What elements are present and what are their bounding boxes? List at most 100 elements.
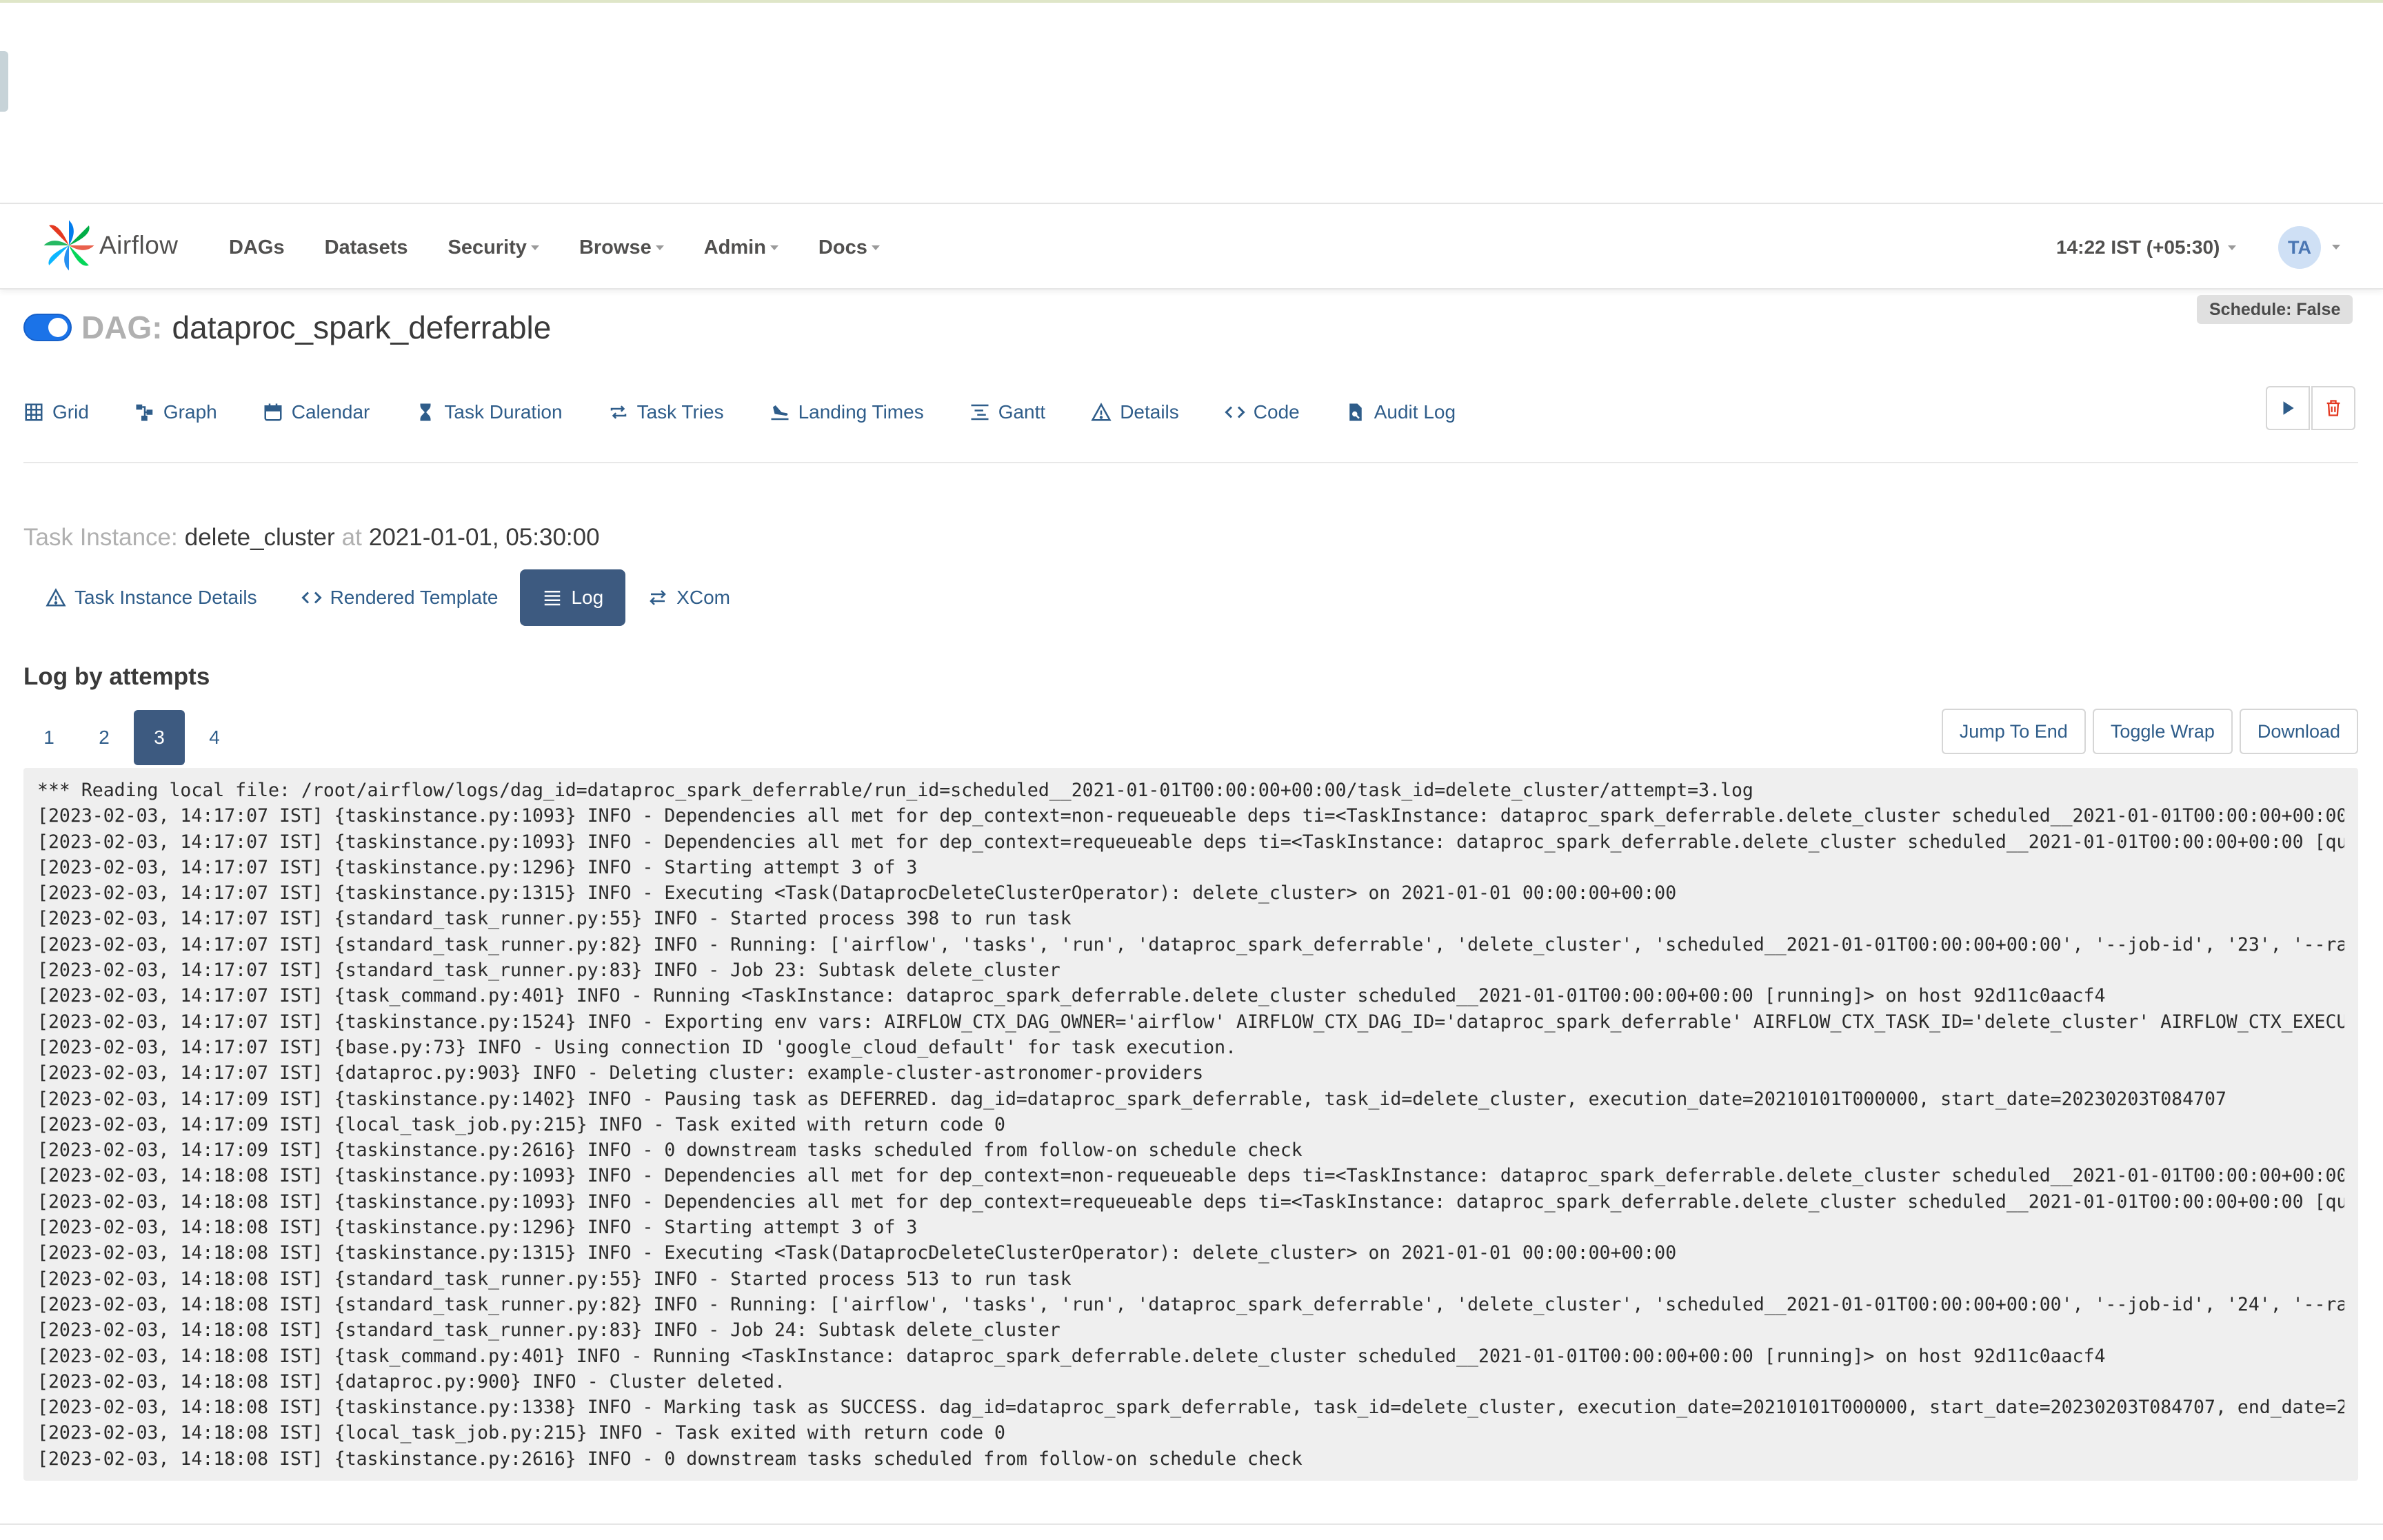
navbar: Airflow DAGs Datasets Security Browse Ad… [0,205,2383,290]
log-line: [2023-02-03, 14:17:07 IST] {taskinstance… [37,1011,2344,1033]
log-line: [2023-02-03, 14:18:08 IST] {taskinstance… [37,1448,1303,1470]
tab-label: Graph [163,401,217,423]
tab-calendar[interactable]: Calendar [263,401,370,423]
log-actions: Jump To End Toggle Wrap Download [1941,709,2358,754]
log-line: [2023-02-03, 14:17:07 IST] {taskinstance… [37,831,2344,853]
tab-code[interactable]: Code [1225,401,1300,423]
tab-graph[interactable]: Graph [134,401,217,423]
tab-rendered-template[interactable]: Rendered Template [279,569,521,626]
tab-landing-times[interactable]: Landing Times [770,401,924,423]
log-line: [2023-02-03, 14:17:07 IST] {taskinstance… [37,882,1677,904]
warning-icon [46,588,66,607]
log-line: [2023-02-03, 14:17:09 IST] {taskinstance… [37,1088,2226,1110]
ti-label: Task Instance: [23,524,178,551]
tab-log[interactable]: Log [520,569,626,626]
nav-label: DAGs [229,236,285,259]
log-line: [2023-02-03, 14:17:07 IST] {taskinstance… [37,856,918,878]
repeat-icon [610,405,626,419]
nav-datasets[interactable]: Datasets [325,236,408,259]
code-icon [301,591,322,604]
log-line: [2023-02-03, 14:18:08 IST] {taskinstance… [37,1242,1677,1264]
dag-view-tabs: Grid Graph Calendar Task Duration Task T… [23,392,1501,433]
tab-label: Code [1253,401,1300,423]
attempt-tabs: 1 2 3 4 [23,710,244,765]
download-button[interactable]: Download [2239,709,2358,754]
nav-label: Security [448,236,527,259]
log-line: *** Reading local file: /root/airflow/lo… [37,780,1753,801]
clock-text: 14:22 IST (+05:30) [2056,236,2220,258]
tab-label: Task Tries [636,401,724,423]
trigger-dag-button[interactable] [2266,386,2310,430]
log-line: [2023-02-03, 14:18:08 IST] {local_task_j… [37,1422,1005,1444]
log-line: [2023-02-03, 14:18:08 IST] {standard_tas… [37,1319,1060,1341]
log-line: [2023-02-03, 14:18:08 IST] {standard_tas… [37,1268,1072,1290]
tab-task-instance-details[interactable]: Task Instance Details [23,569,279,626]
nav-label: Datasets [324,236,408,259]
log-line: [2023-02-03, 14:17:07 IST] {standard_tas… [37,933,2344,955]
user-avatar[interactable]: TA [2278,226,2321,269]
log-line: [2023-02-03, 14:17:09 IST] {local_task_j… [37,1113,1005,1135]
brand-link[interactable]: Airflow [43,218,179,273]
log-line: [2023-02-03, 14:17:07 IST] {standard_tas… [37,908,1072,930]
tab-details[interactable]: Details [1091,401,1179,423]
tab-gantt[interactable]: Gantt [969,401,1045,423]
tab-label: Landing Times [798,401,924,423]
log-line: [2023-02-03, 14:17:07 IST] {base.py:73} … [37,1036,1237,1058]
attempt-tab-1[interactable]: 1 [23,710,74,765]
jump-to-end-button[interactable]: Jump To End [1941,709,2086,754]
log-line: [2023-02-03, 14:17:07 IST] {task_command… [37,985,2106,1007]
gantt-icon [971,404,989,421]
tab-label: Audit Log [1374,401,1456,423]
timezone-clock[interactable]: 14:22 IST (+05:30) [2056,205,2237,290]
nav-dags[interactable]: DAGs [229,236,285,259]
exchange-icon [650,590,666,605]
tab-label: Details [1120,401,1179,423]
dag-name: dataproc_spark_deferrable [172,310,552,345]
dag-title: DAG: dataproc_spark_deferrable [23,303,551,352]
code-icon [1225,406,1245,418]
caret-down-icon[interactable] [2332,245,2340,250]
attempt-tab-2[interactable]: 2 [79,710,130,765]
toggle-wrap-button[interactable]: Toggle Wrap [2092,709,2233,754]
attempt-tab-3[interactable]: 3 [134,710,185,765]
caret-down-icon [2228,245,2237,250]
log-line: [2023-02-03, 14:18:08 IST] {taskinstance… [37,1217,918,1239]
log-output[interactable]: *** Reading local file: /root/airflow/lo… [23,768,2358,1481]
nav-label: Admin [703,236,766,259]
tab-label: XCom [676,587,730,608]
delete-dag-button[interactable] [2311,386,2355,430]
tab-grid[interactable]: Grid [23,401,89,423]
landing-icon [771,405,789,421]
tab-audit-log[interactable]: Audit Log [1345,401,1456,423]
ti-task-id: delete_cluster [184,524,335,551]
nav-browse[interactable]: Browse [579,236,664,259]
log-line: [2023-02-03, 14:17:09 IST] {taskinstance… [37,1139,1303,1162]
log-line: [2023-02-03, 14:18:08 IST] {taskinstance… [37,1191,2344,1213]
caret-down-icon [655,245,664,250]
nav-docs[interactable]: Docs [818,236,880,259]
task-instance-title: Task Instance: delete_cluster at 2021-01… [23,524,600,560]
dag-pause-toggle[interactable] [23,314,72,341]
nav-admin[interactable]: Admin [704,236,778,259]
graph-icon [136,404,153,421]
dag-prefix: DAG: [81,310,163,345]
task-instance-tabs: Task Instance Details Rendered Template … [23,569,752,626]
log-line: [2023-02-03, 14:18:08 IST] {taskinstance… [37,1397,2344,1419]
ti-date: 2021-01-01, 05:30:00 [368,524,600,551]
trash-icon [2326,400,2340,416]
schedule-badge: Schedule: False [2197,295,2353,324]
nav-security[interactable]: Security [448,236,539,259]
tab-task-tries[interactable]: Task Tries [608,401,724,423]
tab-xcom[interactable]: XCom [625,569,752,626]
caret-down-icon [770,245,778,250]
tab-task-duration[interactable]: Task Duration [415,401,563,423]
attempt-tab-4[interactable]: 4 [189,710,240,765]
nav-label: Browse [579,236,652,259]
caret-down-icon [530,245,539,250]
tab-label: Task Instance Details [74,587,257,608]
divider [0,1523,2383,1525]
airflow-logo-icon [43,220,94,271]
nav-links: DAGs Datasets Security Browse Admin Docs [229,205,920,290]
warning-icon [1091,403,1112,421]
tab-label: Grid [52,401,89,423]
